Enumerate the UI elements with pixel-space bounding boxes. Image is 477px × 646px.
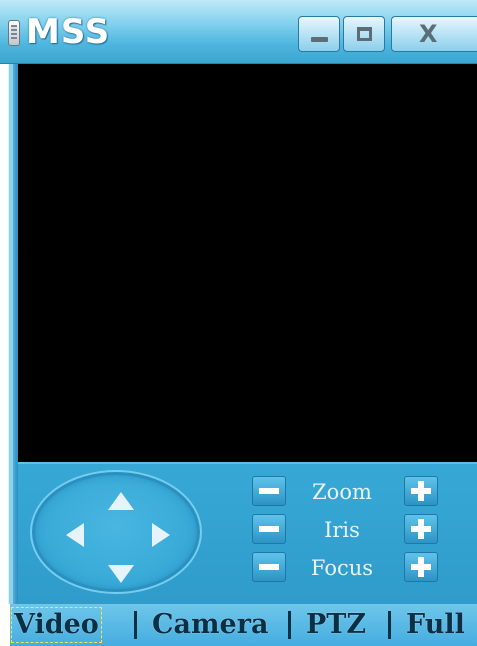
tab-separator [134,611,137,639]
ptz-control-panel: Zoom Iris Focus [18,462,477,604]
zoom-label: Zoom [312,480,372,504]
iris-row: Iris [18,514,477,548]
iris-open-button[interactable] [404,514,438,544]
title-bar[interactable]: MSS X [0,0,477,64]
zoom-out-button[interactable] [252,476,286,506]
tab-separator [388,611,391,639]
focus-row: Focus [18,552,477,586]
focus-far-button[interactable] [404,552,438,582]
focus-label: Focus [310,556,374,580]
window-title: MSS [26,12,111,52]
maximize-icon [344,17,384,51]
mss-window: MSS X Zoom Iris Focus Video Camera PTZ F… [0,0,477,646]
zoom-in-button[interactable] [404,476,438,506]
tab-video[interactable]: Video [11,607,102,643]
minimize-icon [299,17,339,51]
tab-full[interactable]: Full [406,608,465,642]
tab-camera[interactable]: Camera [152,608,268,642]
maximize-button[interactable] [343,16,385,52]
close-icon: X [419,20,438,48]
video-display[interactable] [18,64,477,462]
iris-label: Iris [324,518,360,542]
tab-ptz[interactable]: PTZ [306,608,366,642]
close-button[interactable]: X [391,16,477,52]
iris-close-button[interactable] [252,514,286,544]
mss-app-icon [8,20,20,46]
tab-bar-frame-edge [0,604,10,646]
zoom-row: Zoom [18,476,477,510]
focus-near-button[interactable] [252,552,286,582]
window-frame-left-highlight [10,64,13,604]
tab-separator [288,611,291,639]
tab-bar: Video Camera PTZ Full [0,604,477,646]
window-frame-left [0,64,18,604]
minimize-button[interactable] [298,16,340,52]
